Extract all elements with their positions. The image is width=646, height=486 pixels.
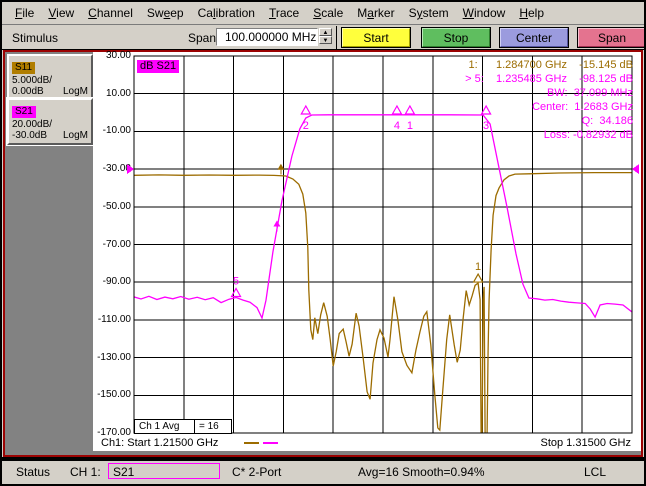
stimulus-label: Stimulus (12, 31, 59, 45)
trace-name-chip-s21: S21 (12, 106, 36, 118)
menu-item-channel[interactable]: Channel (81, 2, 140, 22)
span-spinner: ▲ ▼ (319, 28, 332, 46)
stop-frequency-label: Stop 1.31500 GHz (540, 437, 631, 449)
svg-text:1: 1 (407, 120, 413, 132)
spinner-down-button[interactable]: ▼ (319, 36, 332, 44)
avg-smooth-status: Avg=16 Smooth=0.94% (358, 465, 485, 479)
active-trace-badge: dB S21 (137, 60, 180, 73)
trace-ref-s11: 0.00dB (12, 86, 44, 97)
svg-text:2: 2 (303, 120, 309, 132)
menu-item-sweep[interactable]: Sweep (140, 2, 191, 22)
marker-readout-line: Center: 1.2683 GHz (532, 101, 633, 113)
trace-color-swatch (263, 442, 279, 444)
start-button[interactable]: Start (342, 28, 410, 47)
start-frequency-label: Ch1: Start 1.21500 GHz (101, 437, 219, 449)
trace-format-s11: LogM (62, 86, 88, 97)
status-bar: Status CH 1: S21 C* 2-Port Avg=16 Smooth… (2, 461, 644, 482)
svg-text:5: 5 (233, 275, 239, 287)
menu-item-window[interactable]: Window (456, 2, 513, 22)
trace-ref-s21: -30.0dB (12, 130, 48, 141)
span-field-label: Span (188, 31, 217, 45)
menu-item-calibration[interactable]: Calibration (191, 2, 262, 22)
svg-text:4: 4 (394, 120, 400, 132)
marker-readout-line: > 5: 1.235485 GHz -98.125 dB (465, 73, 633, 85)
trace-legend (244, 442, 279, 444)
menu-item-help[interactable]: Help (512, 2, 551, 22)
marker-readout-line: Q: 34.186 (581, 115, 633, 127)
menu-item-file[interactable]: File (8, 2, 41, 22)
chart-panel: 30.00 10.00 -10.00 -30.00 -50.00 -70.00 -90.00… (93, 50, 641, 451)
marker-readout: 1: 1.284700 GHz -15.145 dB > 5: 1.235485 … (465, 58, 633, 142)
averaging-box: Ch 1 Avg = 16 (134, 419, 232, 434)
svg-text:1: 1 (475, 261, 481, 273)
trace-sidebar: S11 5.000dB/ 0.00dB LogM S21 20.00dB/ -3… (5, 52, 94, 455)
averaging-value: = 16 (199, 421, 219, 432)
trace-color-swatch (244, 442, 260, 444)
trace-settings-s21[interactable]: S21 20.00dB/ -30.0dB LogM (6, 97, 94, 146)
stop-button[interactable]: Stop (422, 28, 490, 47)
trace-scale-s21: 20.00dB/ (12, 119, 53, 130)
trace-settings-s11[interactable]: S11 5.000dB/ 0.00dB LogM (7, 54, 93, 101)
trace-scale-s11: 5.000dB/ (12, 75, 53, 86)
menu-bar: File View Channel Sweep Calibration Trace Scal… (2, 2, 644, 25)
center-button[interactable]: Center (500, 28, 568, 47)
trace-format-s21: LogM (62, 130, 88, 141)
local-status: LCL (584, 465, 607, 479)
marker-readout-line: 1: 1.284700 GHz -15.145 dB (468, 59, 634, 71)
status-label: Status (16, 465, 51, 479)
menu-item-trace[interactable]: Trace (262, 2, 306, 22)
span-button[interactable]: Span (578, 28, 644, 47)
menu-item-scale[interactable]: Scale (306, 2, 350, 22)
menu-item-system[interactable]: System (402, 2, 456, 22)
marker-readout-line: BW: 37.099 MHz (547, 87, 633, 99)
display-area: S11 5.000dB/ 0.00dB LogM S21 20.00dB/ -3… (3, 50, 643, 457)
menu-item-marker[interactable]: Marker (350, 2, 401, 22)
span-input[interactable]: 100.000000 MHz (216, 28, 318, 46)
channel-label: CH 1: (70, 465, 101, 479)
menu-item-view[interactable]: View (41, 2, 81, 22)
spinner-up-button[interactable]: ▲ (319, 28, 332, 36)
marker-readout-line: Loss: -0.82932 dB (543, 129, 633, 141)
analyzer-window: File View Channel Sweep Calibration Trace Scal… (2, 2, 644, 484)
calibration-status: C* 2-Port (232, 465, 282, 479)
x-axis-row: Ch1: Start 1.21500 GHz Stop 1.31500 GHz (93, 437, 641, 449)
trace-name-chip-s11: S11 (12, 62, 36, 74)
active-trace-field[interactable]: S21 (108, 463, 220, 479)
toolbar-separator (336, 26, 337, 49)
averaging-label: Ch 1 Avg (135, 420, 195, 433)
stimulus-toolbar: Stimulus Span 100.000000 MHz ▲ ▼ Start S… (2, 26, 644, 50)
